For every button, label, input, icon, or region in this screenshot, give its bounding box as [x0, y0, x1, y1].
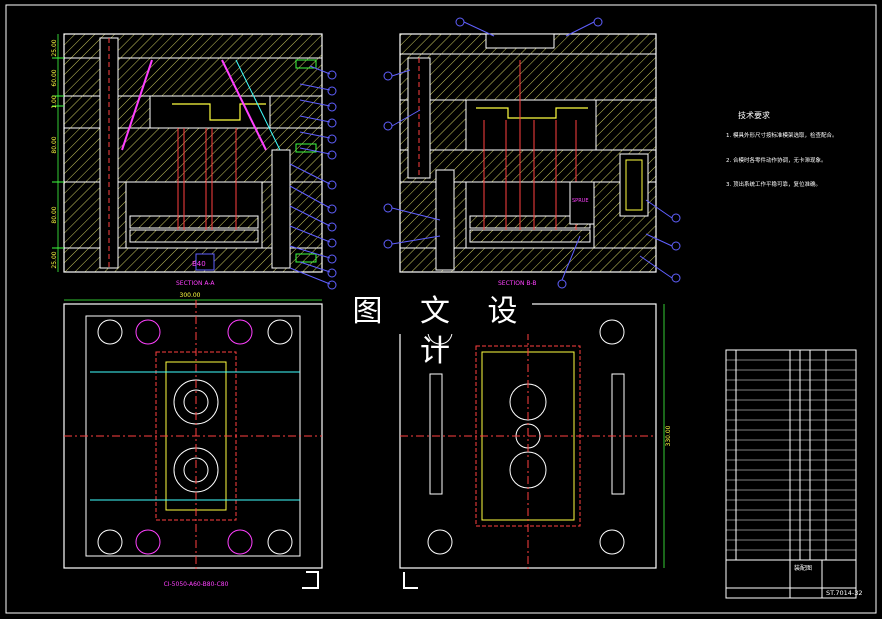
section-bb-view: SPRUE SECTION B-B: [399, 33, 657, 287]
dim-overall-width: 300.00: [180, 292, 201, 299]
dim-stack-6: 25.00: [51, 251, 58, 268]
section-aa-view: B40 SECTION A-A: [63, 33, 323, 287]
plan-view-left: 300.00 CI-5050-A60-B80-C80: [63, 292, 323, 589]
dim-stack-4: 80.00: [51, 136, 58, 153]
tech-note-3: 3. 顶出系统工作平稳可靠，复位准确。: [726, 180, 821, 188]
dim-stack-2: 60.00: [51, 69, 58, 86]
bill-of-materials: 装配图 ST.7014-32: [725, 349, 863, 599]
dim-stack-3: 1.00: [51, 95, 58, 109]
dim-stack-1: 25.00: [51, 39, 58, 56]
tech-title: 技术要求: [738, 110, 770, 120]
section-bb-label: SECTION B-B: [498, 280, 537, 287]
technical-requirements: 技术要求 1. 模具外形尺寸按标准模架选取，检查配合。 2. 合模时各零件动作协…: [726, 110, 838, 188]
mold-base-label: CI-5050-A60-B80-C80: [164, 581, 229, 588]
watermark-banner: 图 文 设 计: [352, 292, 532, 369]
left-dimension-stack: 25.00 60.00 1.00 80.00 80.00 25.00: [51, 34, 64, 272]
plate-tag: B40: [192, 260, 206, 268]
dim-stack-5: 80.00: [51, 206, 58, 223]
dim-overall-height: 330.00: [665, 425, 672, 446]
tech-note-2: 2. 合模时各零件动作协调，无卡滞现象。: [726, 156, 827, 164]
title-block-label: 装配图: [794, 564, 812, 572]
tech-note-1: 1. 模具外形尺寸按标准模架选取，检查配合。: [726, 131, 838, 139]
drawing-number: ST.7014-32: [826, 589, 863, 597]
section-aa-label: SECTION A-A: [176, 280, 215, 287]
insert-tag: SPRUE: [572, 198, 588, 204]
